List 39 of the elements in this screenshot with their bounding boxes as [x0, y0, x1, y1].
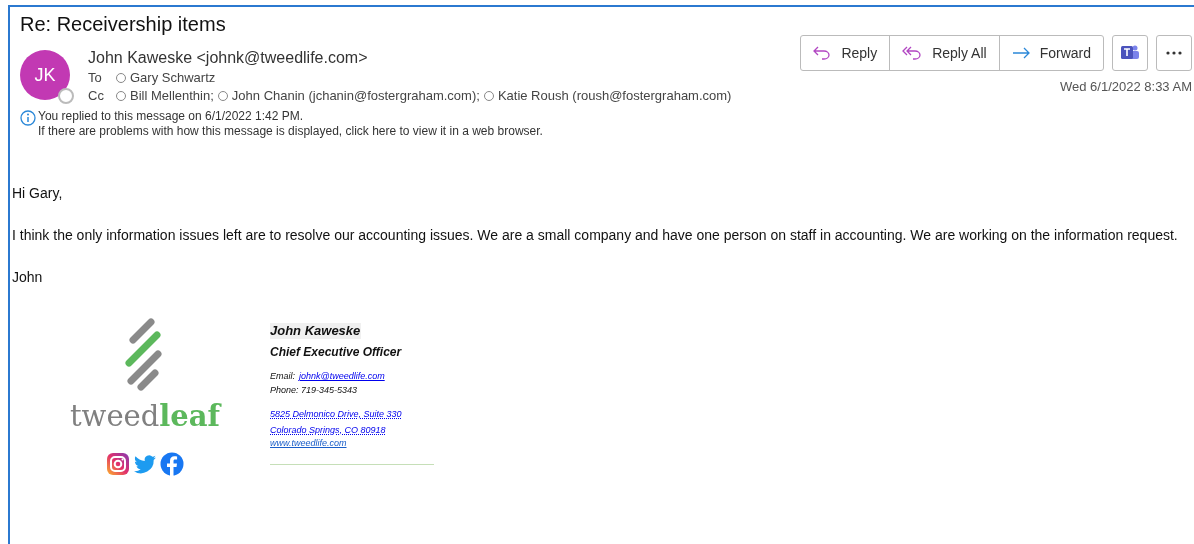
- sender: John Kaweske <johnk@tweedlife.com>: [88, 48, 369, 68]
- info-icon: [20, 110, 36, 126]
- more-button[interactable]: [1156, 35, 1192, 71]
- body-paragraph: John: [12, 268, 44, 287]
- email-subject: Re: Receivership items: [20, 12, 227, 37]
- recipient[interactable]: Gary Schwartz: [130, 69, 216, 87]
- phone-number: Phone: 719-345-5343: [270, 384, 359, 397]
- recipient[interactable]: Bill Mellenthin;: [130, 87, 214, 105]
- body-paragraph: I think the only information issues left are to resolve our accounting issues. We are a small company and have one person on staff in accounting. We are working on the information request.: [12, 226, 1179, 245]
- website-link[interactable]: www.tweedlife.com: [270, 437, 347, 450]
- presence-icon: [58, 88, 74, 104]
- twitter-icon[interactable]: [132, 452, 158, 476]
- logo-wordmark: tweedleaf: [69, 398, 221, 434]
- signature-name: John Kaweske: [270, 323, 362, 339]
- more-icon: [1166, 51, 1182, 55]
- body-paragraph: Hi Gary,: [12, 184, 64, 203]
- email-label: Email:: [270, 370, 295, 383]
- received-date: Wed 6/1/2022 8:33 AM: [1059, 78, 1192, 96]
- cc-label: Cc: [88, 87, 105, 105]
- teams-button[interactable]: [1112, 35, 1148, 71]
- teams-icon: [1120, 44, 1140, 62]
- reply-all-icon: [902, 46, 923, 60]
- avatar: JK: [20, 50, 70, 100]
- forward-icon: [1011, 47, 1030, 59]
- email-link[interactable]: johnk@tweedlife.com: [299, 369, 385, 383]
- toolbar-button[interactable]: Forward: [998, 36, 1103, 70]
- recipient[interactable]: Katie Roush (roush@fostergraham.com): [497, 87, 732, 105]
- toolbar-button[interactable]: Reply: [801, 36, 890, 70]
- toolbar-button[interactable]: Reply All: [889, 36, 999, 70]
- display-problem-notice[interactable]: If there are problems with how this message is displayed, click here to view it in a web browser.: [38, 124, 543, 139]
- signature-title: Chief Executive Officer: [270, 344, 403, 360]
- replied-notice: You replied to this message on 6/1/2022 1:42 PM.: [38, 109, 305, 124]
- address-link[interactable]: Colorado Springs, CO 80918: [270, 425, 386, 435]
- address-link[interactable]: 5825 Delmonico Drive, Suite 330: [270, 409, 402, 419]
- recipient[interactable]: John Chanin (jchanin@fostergraham.com);: [231, 87, 480, 105]
- facebook-icon[interactable]: [160, 452, 184, 476]
- instagram-icon[interactable]: [106, 452, 130, 476]
- to-label: To: [88, 69, 103, 87]
- reply-icon: [813, 46, 832, 60]
